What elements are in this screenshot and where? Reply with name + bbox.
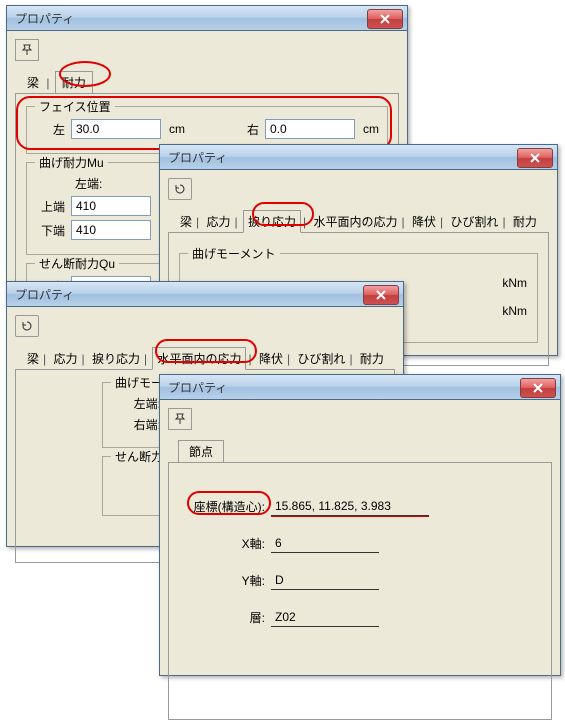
tab-beam[interactable]: 梁 (25, 350, 41, 367)
z-input[interactable] (271, 608, 379, 627)
close-button[interactable] (363, 285, 399, 305)
tab-hstress[interactable]: 水平面内の応力 (152, 347, 246, 370)
pin-icon (174, 413, 186, 425)
tab-yield[interactable]: 降伏 (257, 350, 285, 367)
tab-node[interactable]: 節点 (178, 440, 224, 463)
unit-cm2: cm (361, 122, 379, 136)
mu-lower-input[interactable] (71, 220, 151, 240)
pin-button[interactable] (15, 39, 39, 61)
qu-legend: せん断耐力Qu (35, 255, 119, 272)
pin-button[interactable] (168, 178, 192, 200)
mu-lower-lbl: 下端 (35, 222, 65, 239)
moment-left-end: 左端: (111, 395, 161, 412)
x-label: X軸: (175, 535, 265, 552)
tab-capacity[interactable]: 耐力 (55, 71, 93, 94)
pin-button[interactable] (168, 408, 192, 430)
close-icon (532, 383, 544, 393)
moment-right-end: 右端: (111, 416, 161, 433)
titlebar[interactable]: プロパティ (7, 282, 403, 307)
refresh-icon (174, 183, 186, 195)
title: プロパティ (164, 379, 227, 396)
tab-beam[interactable]: 梁 (178, 213, 194, 230)
tab-yield[interactable]: 降伏 (410, 213, 438, 230)
tab-crack[interactable]: ひび割れ (295, 350, 347, 367)
title: プロパティ (164, 149, 227, 166)
coord-redline (271, 516, 429, 517)
face-left-label: 左 (35, 121, 65, 138)
face-right-label: 右 (229, 121, 259, 138)
pin-icon (21, 44, 33, 56)
x-input[interactable] (271, 534, 379, 553)
pin-button[interactable] (15, 315, 39, 337)
y-input[interactable] (271, 571, 379, 590)
close-icon (529, 153, 541, 163)
title: プロパティ (11, 286, 74, 303)
refresh-icon (21, 320, 33, 332)
property-window-4: プロパティ 節点 座標(構造心): X軸: Y軸 (159, 374, 561, 676)
tab-stress[interactable]: 応力 (51, 350, 79, 367)
moment-legend: 曲げモーメント (188, 245, 280, 262)
close-button[interactable] (520, 378, 556, 398)
titlebar[interactable]: プロパティ (160, 145, 557, 170)
tab-beam[interactable]: 梁 (25, 74, 41, 91)
unit-knm-a: kNm (502, 276, 527, 290)
mu-legend: 曲げ耐力Mu (35, 154, 108, 171)
mu-upper-lbl: 上端 (35, 198, 65, 215)
coord-label: 座標(構造心): (175, 498, 265, 515)
face-legend: フェイス位置 (35, 98, 115, 115)
tab-hstress[interactable]: 水平面内の応力 (311, 213, 399, 230)
title: プロパティ (11, 10, 74, 27)
z-label: 層: (175, 609, 265, 626)
tab-crack[interactable]: ひび割れ (448, 213, 500, 230)
face-left-input[interactable] (71, 119, 161, 139)
close-button[interactable] (367, 9, 403, 29)
tab-stress[interactable]: 応力 (204, 213, 232, 230)
face-right-input[interactable] (265, 119, 355, 139)
close-icon (379, 14, 391, 24)
mu-upper-input[interactable] (71, 196, 151, 216)
tab-capacity[interactable]: 耐力 (358, 350, 386, 367)
coord-input[interactable] (271, 497, 429, 516)
close-icon (375, 290, 387, 300)
unit-knm-b: kNm (502, 304, 527, 318)
unit-cm: cm (167, 122, 185, 136)
y-label: Y軸: (175, 572, 265, 589)
tab-torsion[interactable]: 捩り応力 (243, 210, 301, 233)
tab-torsion[interactable]: 捩り応力 (90, 350, 142, 367)
titlebar[interactable]: プロパティ (160, 375, 560, 400)
tab-capacity[interactable]: 耐力 (511, 213, 539, 230)
titlebar[interactable]: プロパティ (7, 6, 407, 31)
close-button[interactable] (517, 148, 553, 168)
mu-left-end: 左端: (75, 175, 102, 192)
